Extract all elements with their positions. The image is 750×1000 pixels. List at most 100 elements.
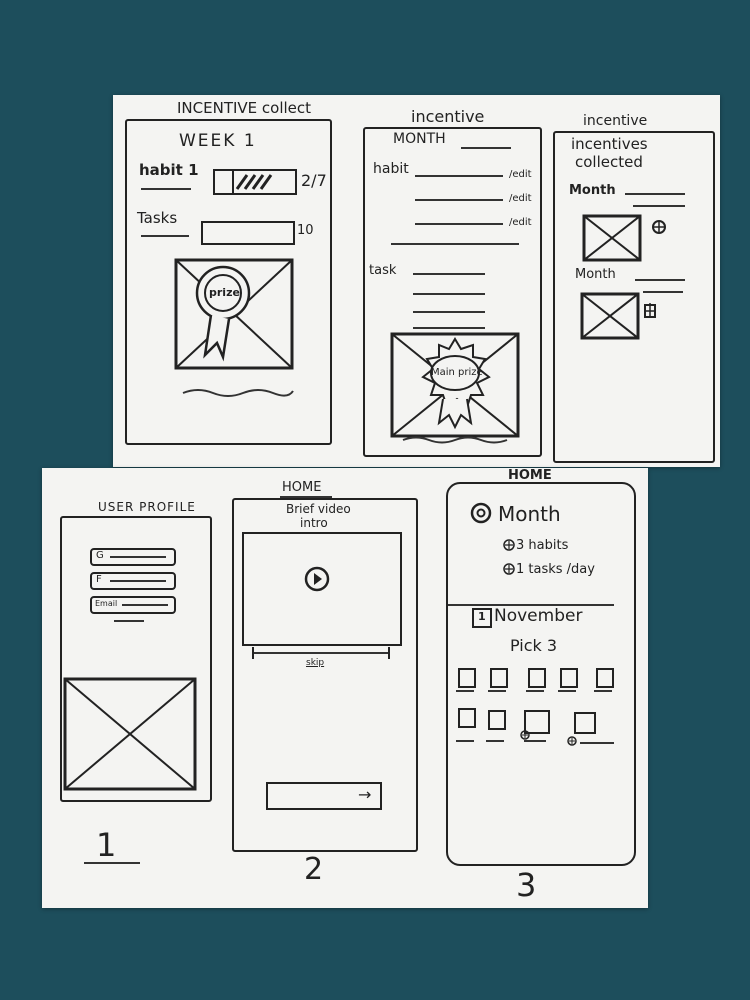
video-progress-start bbox=[252, 647, 254, 659]
screen-3-number: 3 bbox=[516, 866, 537, 904]
screen-2-subtitle-1: Brief video bbox=[286, 502, 351, 516]
screen-2-number: 2 bbox=[304, 852, 324, 887]
screen-b-habit-line-3 bbox=[415, 223, 503, 225]
screen-3-habits: 3 habits bbox=[516, 538, 569, 553]
habit-option-label bbox=[594, 690, 612, 692]
top-sketch-sheet: INCENTIVE collect WEEK 1 habit 1 2/7 Tas… bbox=[113, 95, 720, 467]
screen-2-subtitle-2: intro bbox=[300, 516, 328, 530]
screen-3-tasks: 1 tasks /day bbox=[516, 562, 595, 577]
gift-icon[interactable] bbox=[643, 301, 657, 319]
profile-field-email-label: Email bbox=[95, 599, 118, 608]
screen-b-divider bbox=[391, 243, 519, 245]
screen-a-tasks-label: Tasks bbox=[137, 209, 178, 227]
screen-c-heading-1: incentives bbox=[571, 135, 648, 153]
screen-b-task-line-3 bbox=[413, 311, 485, 313]
screen-b-title: incentive bbox=[411, 107, 485, 126]
screen-a-habit-progress bbox=[213, 169, 297, 195]
habit-option[interactable] bbox=[560, 668, 578, 688]
bottom-sketch-sheet: USER PROFILE G F Email 1 HOME Brief vide… bbox=[42, 468, 648, 908]
screen-b-edit-2[interactable]: /edit bbox=[509, 193, 532, 204]
screen-1-short-line bbox=[114, 620, 144, 622]
profile-field-f-label: F bbox=[96, 574, 102, 585]
screen-b-month-line bbox=[461, 147, 511, 149]
plus-icon[interactable] bbox=[651, 219, 667, 235]
screen-c-month-2-line-b bbox=[643, 291, 683, 293]
profile-field-g-label: G bbox=[96, 550, 104, 561]
screen-b-main-prize-image bbox=[390, 332, 520, 438]
habit-option[interactable] bbox=[490, 668, 508, 688]
screen-3-november: November bbox=[494, 606, 583, 626]
screen-b-main-prize-label: Main prize bbox=[431, 367, 483, 378]
profile-field-f-line bbox=[110, 580, 166, 582]
screen-b-habit-line-1 bbox=[415, 175, 503, 177]
arrow-right-icon: → bbox=[358, 785, 372, 804]
target-icon bbox=[470, 502, 492, 524]
screen-c-title: incentive bbox=[583, 113, 648, 129]
screen-a-prize-label: prize bbox=[209, 286, 240, 299]
screen-b-task-line-4 bbox=[413, 327, 485, 329]
screen-1-photo-placeholder bbox=[63, 677, 197, 791]
plus-icon[interactable] bbox=[503, 539, 515, 551]
screen-c-month-2-line-a bbox=[635, 279, 685, 281]
screen-a-habit-label: habit 1 bbox=[139, 161, 199, 179]
screen-a-squiggle bbox=[182, 389, 294, 397]
screen-a-week: WEEK 1 bbox=[179, 131, 257, 151]
screen-b-edit-1[interactable]: /edit bbox=[509, 169, 532, 180]
next-button[interactable]: → bbox=[266, 782, 382, 810]
screen-3-title: HOME bbox=[508, 468, 552, 483]
habit-option[interactable] bbox=[458, 708, 476, 728]
screen-c-month-1: Month bbox=[569, 183, 616, 198]
profile-field-g[interactable]: G bbox=[90, 548, 176, 566]
plus-icon[interactable] bbox=[520, 730, 530, 740]
screen-2-title: HOME bbox=[282, 480, 322, 495]
screen-a-tasks-bar bbox=[201, 221, 295, 245]
screen-a-habit-underline bbox=[141, 188, 191, 190]
habit-option[interactable] bbox=[528, 668, 546, 688]
habit-option-label bbox=[558, 690, 576, 692]
screen-a-prize-image bbox=[174, 258, 294, 370]
skip-link[interactable]: skip bbox=[306, 658, 324, 668]
screen-c-month-1-line-a bbox=[625, 193, 685, 195]
screen-b-task-label: task bbox=[369, 263, 397, 278]
habit-option[interactable] bbox=[458, 668, 476, 688]
screen-b-habit-label: habit bbox=[373, 161, 409, 177]
screen-a-title: INCENTIVE collect bbox=[177, 99, 312, 117]
plus-icon[interactable] bbox=[503, 563, 515, 575]
profile-field-f[interactable]: F bbox=[90, 572, 176, 590]
progress-hatch-icon bbox=[232, 171, 273, 193]
screen-b-task-line-2 bbox=[413, 293, 485, 295]
habit-option-label bbox=[456, 690, 474, 692]
screen-b-squiggle bbox=[402, 436, 508, 444]
screen-b-task-line-1 bbox=[413, 273, 485, 275]
habit-option-label bbox=[486, 740, 504, 742]
screen-1-number: 1 bbox=[96, 826, 117, 864]
profile-field-email-line bbox=[122, 604, 168, 606]
video-progress-end bbox=[388, 647, 390, 659]
screen-b-habit-line-2 bbox=[415, 199, 503, 201]
screen-a-tasks-underline bbox=[141, 235, 189, 237]
screen-b-month: MONTH bbox=[393, 131, 446, 147]
screen-b-edit-3[interactable]: /edit bbox=[509, 217, 532, 228]
profile-field-email[interactable]: Email bbox=[90, 596, 176, 614]
calendar-badge: 1 bbox=[478, 610, 486, 623]
video-progress-line[interactable] bbox=[254, 652, 390, 654]
profile-field-g-line bbox=[110, 556, 166, 558]
screen-3-pick: Pick 3 bbox=[510, 636, 558, 655]
habit-option-label bbox=[524, 740, 546, 742]
screen-c-image-2 bbox=[580, 292, 640, 340]
plus-icon[interactable] bbox=[567, 736, 577, 746]
habit-option[interactable] bbox=[574, 712, 596, 734]
habit-option-label bbox=[456, 740, 474, 742]
habit-option[interactable] bbox=[596, 668, 614, 688]
screen-1-title: USER PROFILE bbox=[98, 500, 196, 514]
screen-c-heading-2: collected bbox=[575, 153, 643, 171]
calendar-icon: 1 bbox=[472, 608, 492, 628]
screen-a-habit-count: 2/7 bbox=[301, 171, 327, 190]
screen-a-tasks-count: 10 bbox=[297, 223, 314, 238]
habit-option-label bbox=[526, 690, 544, 692]
play-icon[interactable] bbox=[304, 566, 330, 592]
screen-1-number-underline bbox=[84, 862, 140, 864]
habit-option[interactable] bbox=[488, 710, 506, 730]
habit-option-label bbox=[488, 690, 506, 692]
screen-c-month-1-line-b bbox=[633, 205, 685, 207]
